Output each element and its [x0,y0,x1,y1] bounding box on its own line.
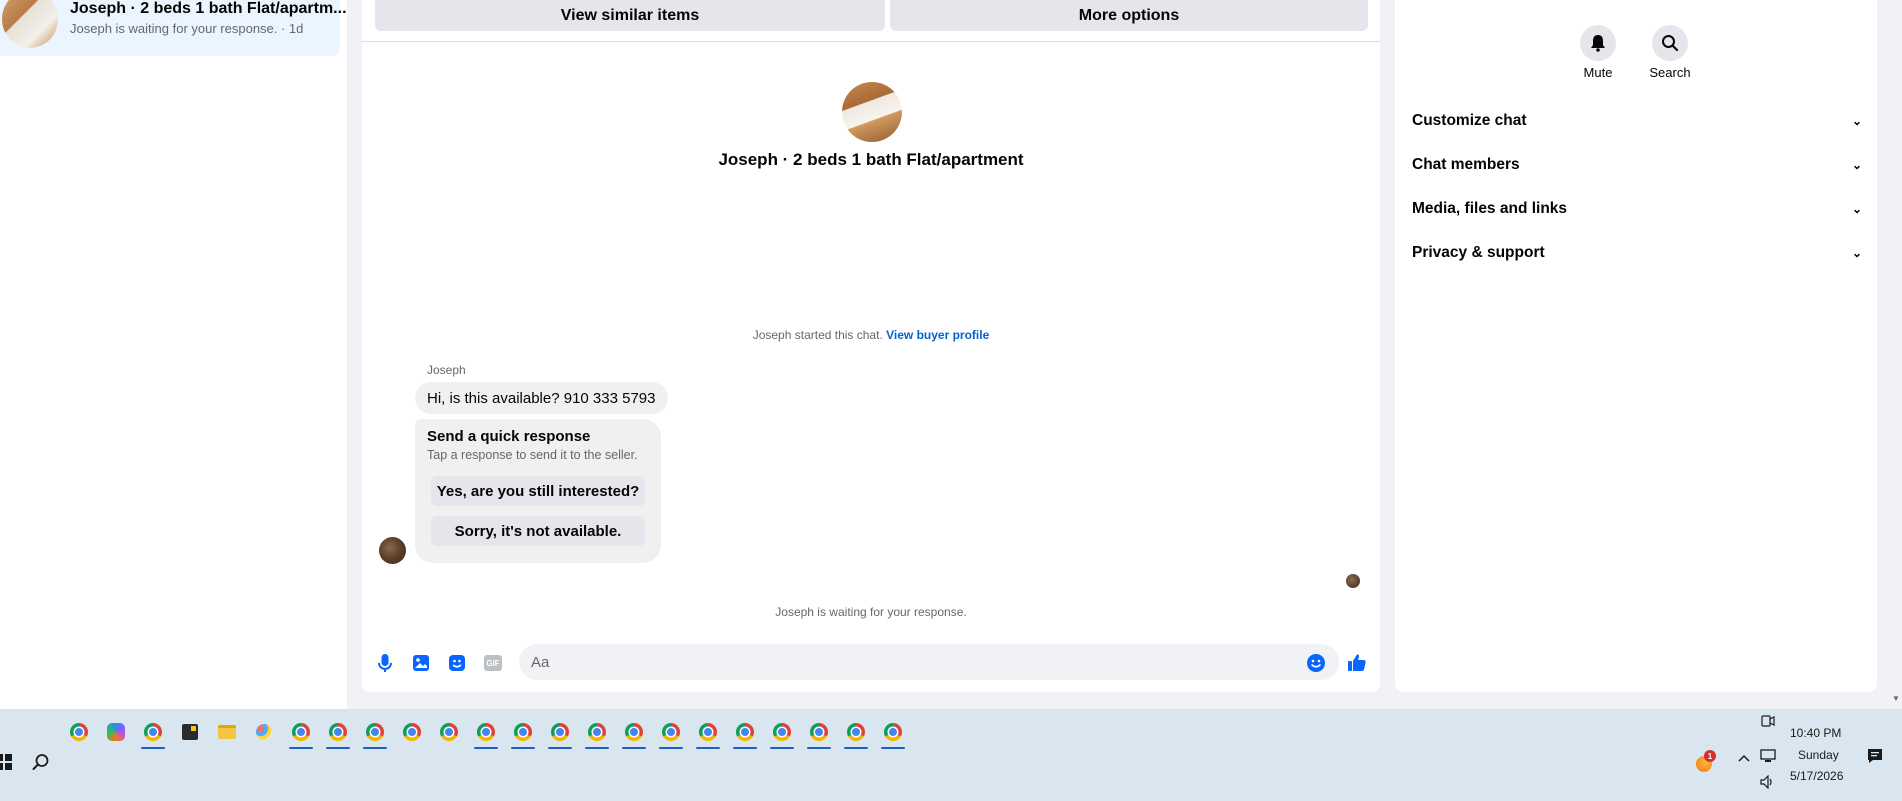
chrome-app-icon[interactable] [693,714,723,750]
chrome-app-icon[interactable] [582,714,612,750]
customize-chat-section[interactable]: Customize chat ⌄ [1412,106,1862,136]
gif-icon[interactable]: GIF [483,653,503,673]
more-options-button[interactable]: More options [890,0,1368,31]
quick-response-subtitle: Tap a response to send it to the seller. [427,448,638,462]
notification-badge: 1 [1704,750,1716,762]
sticky-notes-app-icon[interactable] [175,714,205,750]
taskbar-search-icon[interactable] [32,753,50,771]
media-files-links-section[interactable]: Media, files and links ⌄ [1412,194,1862,224]
quick-response-card: Send a quick response Tap a response to … [415,419,661,563]
conversation-title: Joseph · 2 beds 1 bath Flat/apartm... [70,0,347,17]
chrome-app-icon[interactable] [619,714,649,750]
quick-response-title: Send a quick response [427,428,591,445]
clock-date[interactable]: 5/17/2026 [1790,769,1843,783]
search-in-conversation-button[interactable]: Search [1640,25,1700,80]
section-label: Chat members [1412,156,1520,173]
conversation-subtitle: Joseph is waiting for your response. · 1… [70,21,304,36]
file-explorer-app-icon[interactable] [212,714,242,750]
chrome-app-icon[interactable] [471,714,501,750]
listing-thumbnail [2,0,58,48]
view-similar-items-button[interactable]: View similar items [375,0,885,31]
section-label: Privacy & support [1412,244,1545,261]
section-label: Customize chat [1412,112,1527,129]
clock-time[interactable]: 10:40 PM [1790,726,1841,740]
chat-panel: View similar items More options Joseph ·… [362,0,1380,692]
chat-title: Joseph · 2 beds 1 bath Flat/apartment [718,150,1024,169]
search-icon [1652,25,1688,61]
sender-avatar[interactable] [379,537,406,564]
chrome-app-icon[interactable] [730,714,760,750]
chrome-app-icon[interactable] [397,714,427,750]
chevron-down-icon: ⌄ [1851,246,1862,260]
show-hidden-icons-chevron-icon[interactable] [1738,752,1750,766]
windows-taskbar: 1 10:40 PM Sunday 5/17/2026 [0,709,1902,801]
chrome-app-icon[interactable] [323,714,353,750]
start-button[interactable] [0,754,12,770]
thumbs-up-icon[interactable] [1347,653,1367,673]
chat-members-section[interactable]: Chat members ⌄ [1412,150,1862,180]
listing-actions-bar: View similar items More options [362,0,1380,42]
quick-response-yes-button[interactable]: Yes, are you still interested? [431,476,645,506]
weather-icon[interactable]: 1 [1694,750,1716,772]
waiting-status: Joseph is waiting for your response. [775,605,967,619]
chat-started-notice: Joseph started this chat. View buyer pro… [362,328,1380,342]
privacy-support-section[interactable]: Privacy & support ⌄ [1412,238,1862,268]
section-label: Media, files and links [1412,200,1568,217]
gif-label: GIF [484,655,502,671]
chrome-app-icon[interactable] [508,714,538,750]
microphone-icon[interactable] [375,653,395,673]
chat-details-panel: Mute Search Customize chat ⌄ Chat member… [1395,0,1877,692]
volume-icon[interactable] [1760,774,1776,794]
chrome-app-icon[interactable] [138,714,168,750]
message-input[interactable] [519,644,1339,680]
clock-day[interactable]: Sunday [1798,748,1839,762]
mute-button[interactable]: Mute [1568,25,1628,80]
chrome-app-icon[interactable] [841,714,871,750]
mute-label: Mute [1583,65,1613,80]
chevron-down-icon: ⌄ [1851,158,1862,172]
quick-response-sorry-button[interactable]: Sorry, it's not available. [431,516,645,546]
chrome-app-icon[interactable] [804,714,834,750]
conversation-list: Joseph · 2 beds 1 bath Flat/apartm... Jo… [0,0,347,709]
sender-name: Joseph [427,363,466,377]
chevron-down-icon: ⌄ [1851,114,1862,128]
chevron-down-icon: ⌄ [1851,202,1862,216]
chrome-app-icon[interactable] [64,714,94,750]
scroll-down-arrow-icon[interactable]: ▼ [1892,694,1902,704]
chrome-app-icon[interactable] [434,714,464,750]
search-label: Search [1649,65,1691,80]
message-composer: GIF [362,640,1380,684]
notification-center-icon[interactable] [1866,747,1884,770]
listing-avatar[interactable] [842,82,902,142]
sticker-icon[interactable] [447,653,467,673]
chrome-app-icon[interactable] [545,714,575,750]
conversation-item-active[interactable]: Joseph · 2 beds 1 bath Flat/apartm... Jo… [0,0,347,56]
paint-app-icon[interactable] [249,714,279,750]
bell-icon [1580,25,1616,61]
chrome-app-icon[interactable] [878,714,908,750]
chrome-app-icon[interactable] [767,714,797,750]
copilot-app-icon[interactable] [101,714,131,750]
chrome-app-icon[interactable] [656,714,686,750]
chat-started-text: Joseph started this chat. [752,328,883,342]
chrome-app-icon[interactable] [360,714,390,750]
emoji-icon[interactable] [1306,653,1326,673]
photo-icon[interactable] [411,653,431,673]
message-bubble: Hi, is this available? 910 333 5793 [415,382,668,414]
seen-indicator-avatar [1346,574,1360,588]
view-buyer-profile-link[interactable]: View buyer profile [886,328,989,342]
meet-now-icon[interactable] [1761,714,1775,733]
chrome-app-icon[interactable] [286,714,316,750]
network-icon[interactable] [1760,749,1776,768]
